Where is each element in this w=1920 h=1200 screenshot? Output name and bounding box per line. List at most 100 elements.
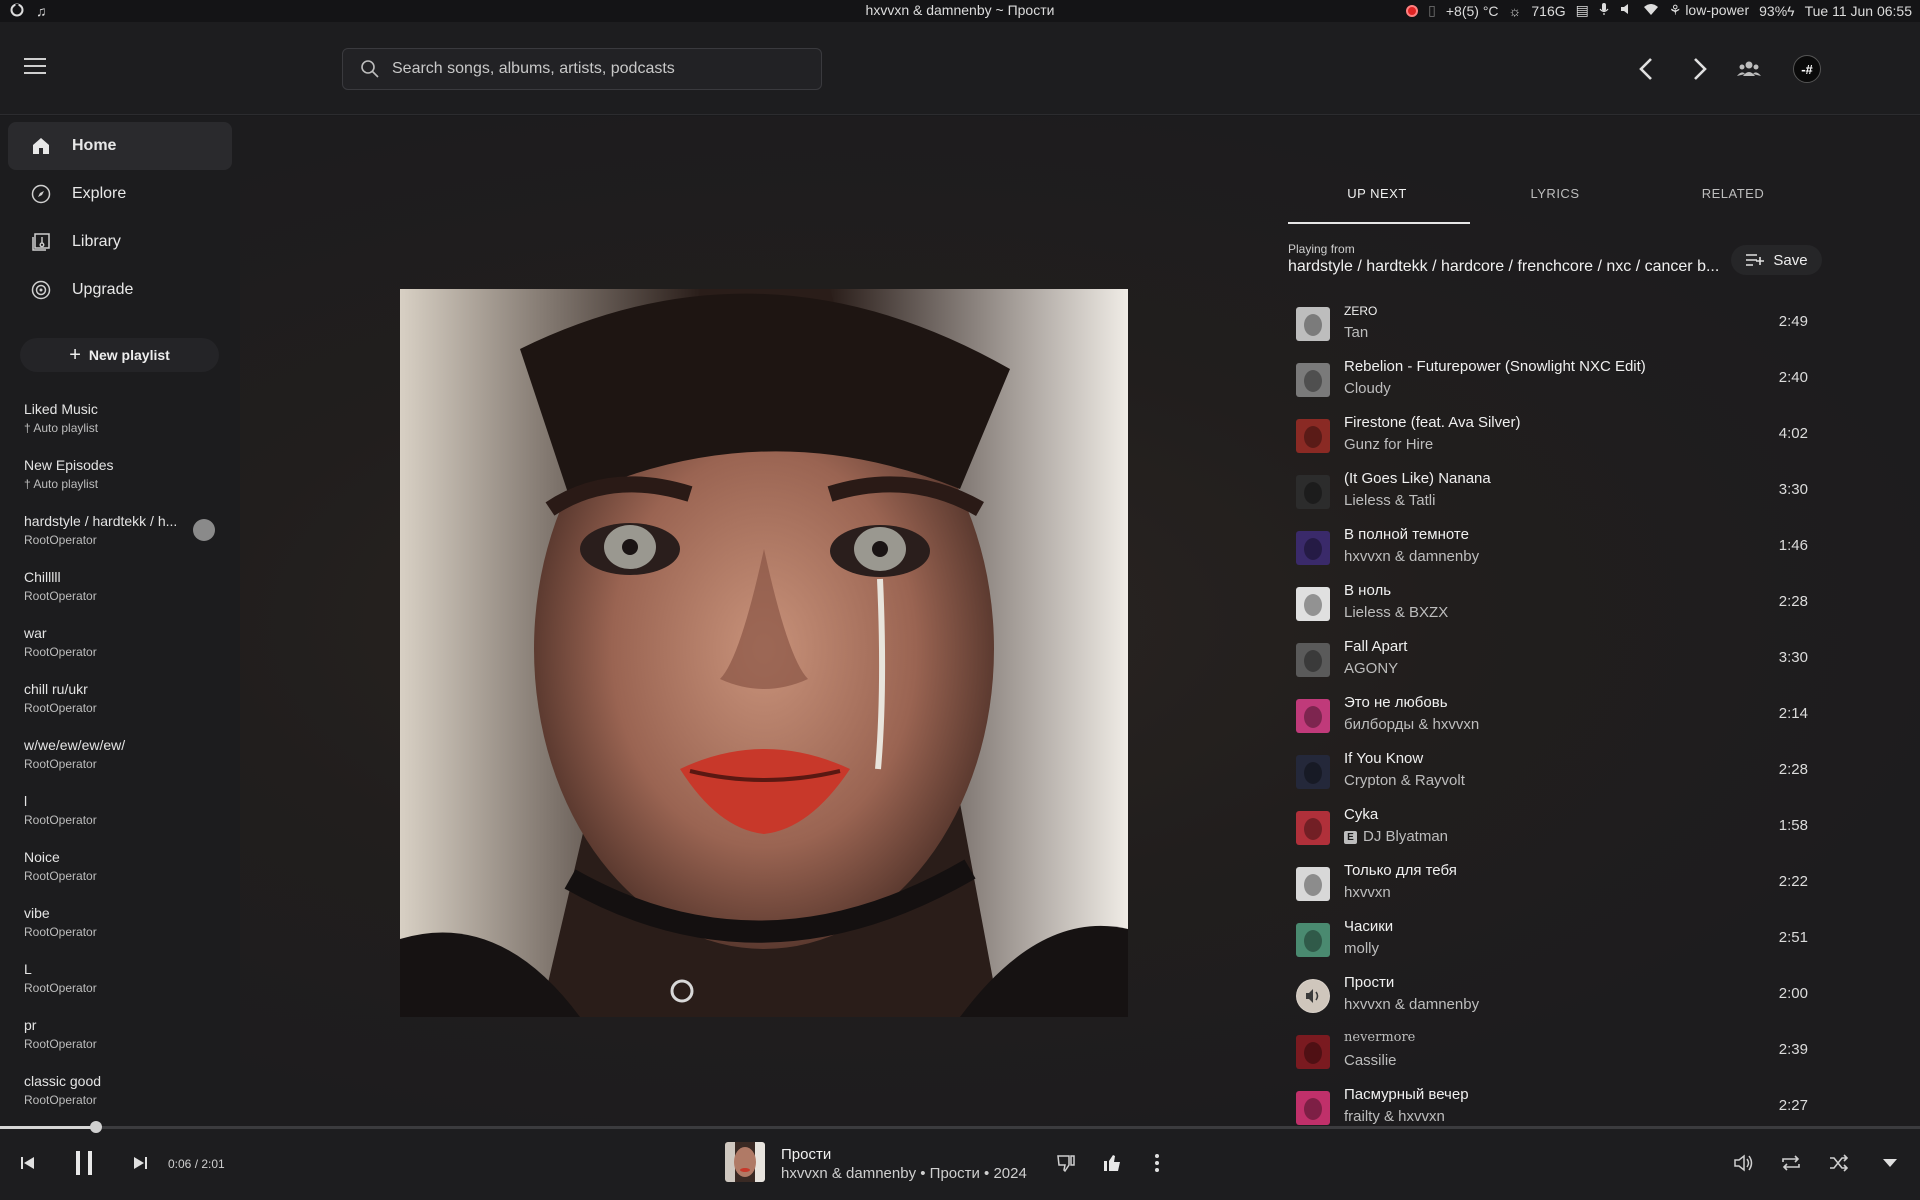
queue-item[interactable]: Прости hxvvxn & damnenby 2:00 — [1288, 968, 1822, 1024]
playlist-owner: RootOperator — [24, 813, 97, 827]
track-artist-name: Lieless & Tatli — [1344, 492, 1436, 509]
power-mode[interactable]: ⚘ low-power — [1669, 2, 1749, 19]
save-queue-button[interactable]: Save — [1731, 245, 1822, 275]
record-icon[interactable] — [1406, 4, 1419, 17]
tab-up-next[interactable]: UP NEXT — [1288, 186, 1466, 201]
now-playing-speaker-icon — [1296, 979, 1330, 1013]
more-options-button[interactable] — [1144, 1150, 1170, 1176]
forward-button[interactable] — [1685, 54, 1715, 84]
progress-handle[interactable] — [90, 1121, 102, 1133]
clock[interactable]: Tue 11 Jun 06:55 — [1805, 3, 1912, 19]
sidebar-playlist-item[interactable]: pr RootOperator — [24, 1017, 224, 1063]
track-title: Только для тебя — [1344, 862, 1457, 879]
like-button[interactable] — [1099, 1150, 1125, 1176]
playlist-owner: RootOperator — [24, 981, 97, 995]
now-playing-subtitle[interactable]: hxvvxn & damnenby • Прости • 2024 — [781, 1165, 1027, 1182]
track-thumbnail — [1296, 923, 1330, 957]
track-thumbnail — [1296, 419, 1330, 453]
track-duration: 2:22 — [1778, 873, 1808, 890]
sidebar-playlist-item[interactable]: vibe RootOperator — [24, 905, 224, 951]
queue-item[interactable]: (It Goes Like) Nanana Lieless & Tatli 3:30 — [1288, 464, 1822, 520]
sidebar-playlist-item[interactable]: war RootOperator — [24, 625, 224, 671]
playlist-owner: Auto playlist — [33, 421, 99, 435]
queue-item[interactable]: Это не любовь билборды & hxvvxn 2:14 — [1288, 688, 1822, 744]
queue-item[interactable]: Только для тебя hxvvxn 2:22 — [1288, 856, 1822, 912]
wifi-icon[interactable] — [1643, 2, 1659, 19]
shuffle-button[interactable] — [1826, 1150, 1852, 1176]
queue-item[interactable]: Rebelion - Futurepower (Snowlight NXC Ed… — [1288, 352, 1822, 408]
track-thumbnail — [1296, 643, 1330, 677]
sidebar-playlist-item[interactable]: Noice RootOperator — [24, 849, 224, 895]
expand-player-button[interactable] — [1877, 1152, 1903, 1174]
playing-from-playlist[interactable]: hardstyle / hardtekk / hardcore / french… — [1288, 258, 1730, 276]
sidebar-playlist-item[interactable]: Chilllll RootOperator — [24, 569, 224, 615]
track-artist: Gunz for Hire — [1344, 436, 1433, 453]
sidebar-playlist-item[interactable]: New Episodes † Auto playlist — [24, 457, 224, 503]
queue-item[interactable]: nevermore Cassilie 2:39 — [1288, 1024, 1822, 1080]
nav-explore[interactable]: Explore — [8, 170, 232, 218]
queue-item[interactable]: ZERO Tan 2:49 — [1288, 296, 1822, 352]
playlist-owner: RootOperator — [24, 757, 97, 771]
queue-item[interactable]: В полной темноте hxvvxn & damnenby 1:46 — [1288, 520, 1822, 576]
queue-item[interactable]: Fall Apart AGONY 3:30 — [1288, 632, 1822, 688]
previous-button[interactable] — [18, 1153, 38, 1173]
nav-library[interactable]: Library — [8, 218, 232, 266]
volume-button[interactable] — [1731, 1150, 1757, 1176]
back-button[interactable] — [1631, 54, 1661, 84]
track-duration: 3:30 — [1778, 649, 1808, 666]
disk-icon: ▤ — [1575, 2, 1589, 18]
queue-item[interactable]: Cyka E DJ Blyatman 1:58 — [1288, 800, 1822, 856]
listen-together-button[interactable] — [1734, 54, 1764, 84]
now-playing-thumbnail[interactable] — [725, 1142, 765, 1182]
avatar[interactable]: -# — [1793, 55, 1821, 83]
menu-icon[interactable] — [24, 58, 46, 74]
search-input[interactable] — [392, 60, 821, 78]
queue-item[interactable]: Часики molly 2:51 — [1288, 912, 1822, 968]
track-title: If You Know — [1344, 750, 1424, 767]
sidebar-playlist-item[interactable]: l RootOperator — [24, 793, 224, 839]
track-artist: frailty & hxvvxn — [1344, 1108, 1445, 1125]
repeat-button[interactable] — [1778, 1150, 1804, 1176]
queue-item[interactable]: Firestone (feat. Ava Silver) Gunz for Hir… — [1288, 408, 1822, 464]
sidebar-playlist-item[interactable]: Liked Music † Auto playlist — [24, 401, 224, 447]
nav-upgrade[interactable]: Upgrade — [8, 266, 232, 314]
volume-icon[interactable] — [1619, 2, 1633, 19]
now-playing-title[interactable]: Прости — [781, 1146, 831, 1163]
tab-related[interactable]: RELATED — [1644, 186, 1822, 201]
upgrade-icon — [30, 279, 52, 301]
queue-item[interactable]: If You Know Crypton & Rayvolt 2:28 — [1288, 744, 1822, 800]
sidebar-playlist-item[interactable]: w/we/ew/ew/ew/RootOperator — [24, 737, 224, 783]
new-playlist-label: New playlist — [88, 347, 170, 363]
microphone-icon[interactable] — [1599, 2, 1609, 19]
search-bar[interactable] — [342, 48, 822, 90]
temperature: +8(5) °C — [1445, 2, 1499, 19]
home-icon — [30, 135, 52, 157]
nav-home[interactable]: Home — [8, 122, 232, 170]
playlist-title: vibe — [24, 905, 50, 921]
pause-button[interactable] — [70, 1148, 98, 1178]
sidebar-playlist-item[interactable]: L RootOperator — [24, 961, 224, 1007]
shuffle-icon — [1830, 1154, 1849, 1172]
track-artist: Lieless & Tatli — [1344, 492, 1435, 509]
progress-track[interactable] — [0, 1126, 1920, 1129]
library-icon — [30, 231, 52, 253]
next-button[interactable] — [130, 1153, 150, 1173]
queue-item[interactable]: В ноль Lieless & BXZX 2:28 — [1288, 576, 1822, 632]
disk-usage: 716G — [1531, 2, 1566, 19]
track-artist: hxvvxn — [1344, 884, 1391, 901]
caret-down-icon — [1883, 1159, 1897, 1167]
new-playlist-button[interactable]: + New playlist — [20, 338, 219, 372]
playing-indicator-icon — [193, 519, 215, 541]
playlist-subtitle: RootOperator — [24, 869, 224, 883]
playlist-subtitle: † Auto playlist — [24, 421, 224, 435]
tab-lyrics[interactable]: LYRICS — [1466, 186, 1644, 201]
sidebar-playlist-item[interactable]: chill ru/ukr RootOperator — [24, 681, 224, 727]
track-title: В ноль — [1344, 582, 1392, 599]
playlist-owner: RootOperator — [24, 1093, 97, 1107]
dislike-button[interactable] — [1053, 1150, 1079, 1176]
track-title: В полной темноте — [1344, 526, 1469, 543]
track-thumbnail — [1296, 587, 1330, 621]
sidebar-playlist-item[interactable]: classic good RootOperator — [24, 1073, 224, 1119]
track-artist-name: frailty & hxvvxn — [1344, 1108, 1445, 1125]
track-duration: 2:27 — [1778, 1097, 1808, 1114]
